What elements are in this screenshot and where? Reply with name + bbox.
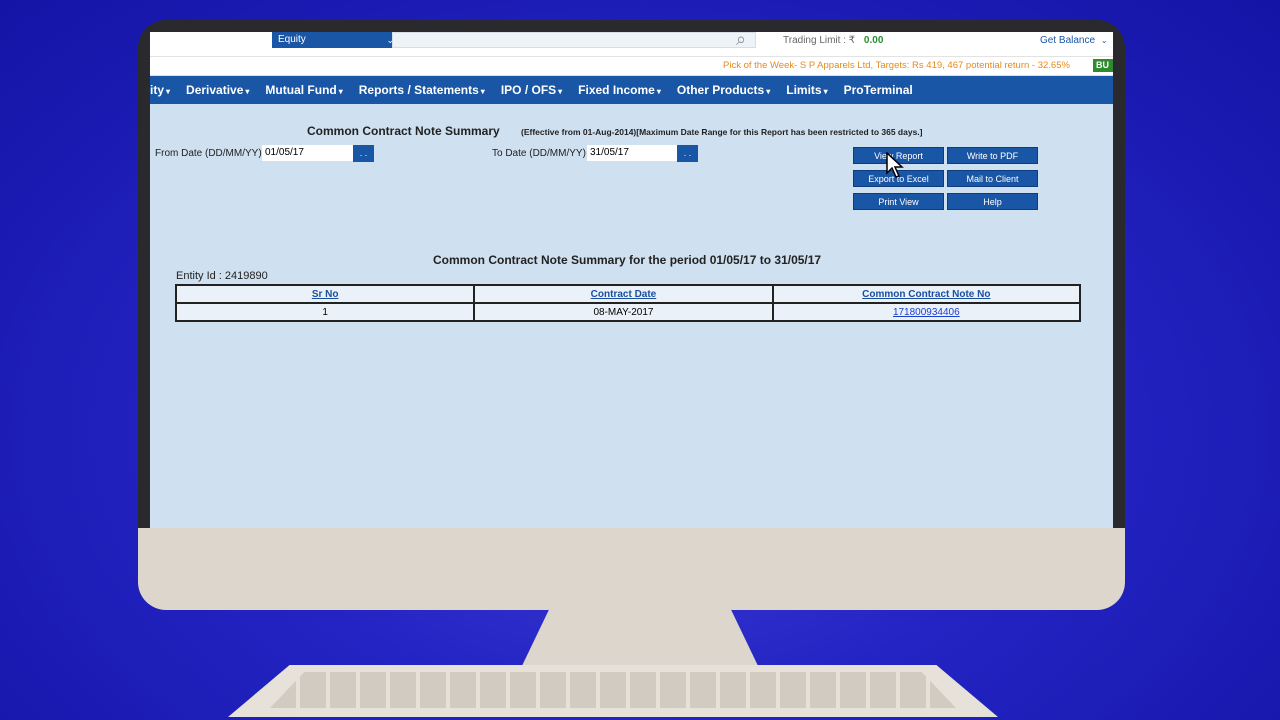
- browser-screen: Equity ⌄ ⌕ Trading Limit : ₹ 0.00 Get Ba…: [150, 32, 1113, 528]
- contract-note-table: Sr No Contract Date Common Contract Note…: [174, 284, 1082, 322]
- search-input[interactable]: [392, 32, 756, 48]
- get-balance-label: Get Balance: [1040, 35, 1096, 46]
- trading-limit-value: 0.00: [863, 35, 884, 46]
- nav-label: Mutual Fund: [265, 83, 337, 97]
- trading-limit: Trading Limit : ₹ 0.00: [783, 35, 883, 46]
- to-date-picker-button[interactable]: . .: [677, 145, 698, 162]
- monitor-stand: [520, 610, 760, 670]
- nav-mutual-fund[interactable]: Mutual Fund ▾: [265, 83, 342, 97]
- nav-ipo-ofs[interactable]: IPO / OFS ▾: [501, 83, 562, 97]
- chevron-down-icon: ▾: [245, 87, 250, 96]
- nav-other-products[interactable]: Other Products ▾: [677, 83, 770, 97]
- write-pdf-button[interactable]: Write to PDF: [947, 147, 1038, 164]
- nav-label: Reports / Statements: [358, 83, 479, 97]
- keyboard-keys: [270, 672, 956, 708]
- column-header[interactable]: Sr No: [174, 284, 476, 304]
- report-title: Common Contract Note Summary: [307, 124, 500, 138]
- chevron-down-icon: ▾: [480, 87, 485, 96]
- column-header[interactable]: Contract Date: [473, 284, 774, 304]
- nav-equity[interactable]: ity ▾: [150, 83, 170, 97]
- nav-label: IPO / OFS: [500, 83, 557, 97]
- mouse-cursor-icon: [886, 152, 904, 178]
- contract-note-cell: 171800934406: [771, 302, 1082, 322]
- to-date-field[interactable]: 31/05/17: [587, 145, 677, 161]
- chevron-down-icon: ▾: [166, 87, 171, 96]
- column-header[interactable]: Common Contract Note No: [771, 284, 1082, 304]
- sr-no-cell: 1: [174, 302, 476, 322]
- rupee-icon: ₹: [848, 35, 856, 46]
- period-title: Common Contract Note Summary for the per…: [433, 253, 822, 267]
- buy-button[interactable]: BU: [1093, 59, 1113, 72]
- chevron-down-icon: ▾: [766, 87, 771, 96]
- nav-label: ity: [150, 83, 165, 97]
- from-date-picker-button[interactable]: . .: [353, 145, 374, 162]
- report-note: (Effective from 01-Aug-2014)[Maximum Dat…: [521, 127, 923, 137]
- ticker-text[interactable]: Pick of the Week- S P Apparels Ltd, Targ…: [723, 60, 1070, 71]
- nav-limits[interactable]: Limits ▾: [786, 83, 827, 97]
- table-header-row: Sr No Contract Date Common Contract Note…: [174, 284, 1082, 304]
- nav-label: Other Products: [676, 83, 765, 97]
- top-bar: Equity ⌄ ⌕ Trading Limit : ₹ 0.00 Get Ba…: [150, 32, 1113, 56]
- help-button[interactable]: Help: [947, 193, 1038, 210]
- chevron-down-icon: ▾: [338, 87, 343, 96]
- chevron-down-icon: ▾: [558, 87, 563, 96]
- monitor-chin: [138, 528, 1125, 610]
- print-view-button[interactable]: Print View: [853, 193, 944, 210]
- nav-label: Limits: [786, 83, 822, 97]
- news-ticker: Pick of the Week- S P Apparels Ltd, Targ…: [150, 56, 1113, 75]
- mail-client-button[interactable]: Mail to Client: [947, 170, 1038, 187]
- contract-date-cell: 08-MAY-2017: [473, 302, 774, 322]
- from-date-field[interactable]: 01/05/17: [262, 145, 353, 161]
- segment-select[interactable]: Equity ⌄: [272, 32, 398, 48]
- from-date-label: From Date (DD/MM/YY): [155, 148, 262, 159]
- trading-limit-label: Trading Limit :: [783, 35, 846, 46]
- contract-note-link[interactable]: 171800934406: [893, 307, 960, 318]
- get-balance-link[interactable]: Get Balance ⌄: [1040, 35, 1108, 46]
- nav-label: Fixed Income: [578, 83, 655, 97]
- nav-fixed-income[interactable]: Fixed Income ▾: [578, 83, 661, 97]
- nav-derivative[interactable]: Derivative ▾: [186, 83, 249, 97]
- chevron-down-icon: ▾: [656, 87, 661, 96]
- to-date-label: To Date (DD/MM/YY): [492, 148, 586, 159]
- main-nav: ity ▾ Derivative ▾ Mutual Fund ▾ Reports / …: [150, 76, 1113, 104]
- search-icon[interactable]: ⌕: [736, 32, 746, 50]
- nav-reports[interactable]: Reports / Statements ▾: [359, 83, 485, 97]
- nav-label: ProTerminal: [843, 83, 913, 97]
- chevron-down-icon: ▾: [823, 87, 828, 96]
- nav-proterminal[interactable]: ProTerminal: [844, 83, 913, 97]
- nav-label: Derivative: [186, 83, 244, 97]
- table-row: 1 08-MAY-2017 171800934406: [174, 302, 1082, 322]
- chevron-down-icon: ⌄: [1100, 36, 1108, 45]
- segment-select-value: Equity: [278, 34, 306, 45]
- entity-id: Entity Id : 2419890: [176, 270, 268, 282]
